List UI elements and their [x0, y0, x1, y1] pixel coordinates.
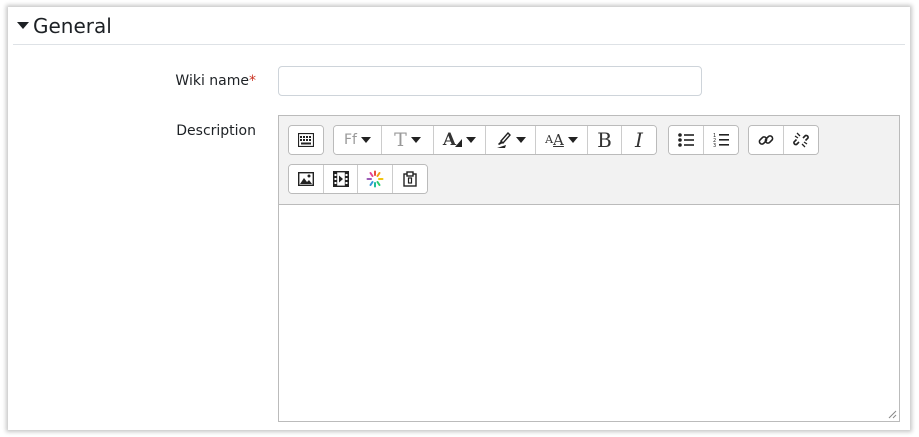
- toolbar-group-links: [748, 125, 819, 155]
- show-more-buttons-icon: [298, 133, 314, 147]
- insert-image-icon: [298, 172, 314, 186]
- unlink-button[interactable]: [784, 126, 818, 154]
- insert-image-button[interactable]: [289, 165, 324, 193]
- section-title[interactable]: General: [33, 12, 112, 40]
- caret-down-icon[interactable]: [17, 22, 29, 29]
- styles-icon-a-large: A: [553, 130, 564, 149]
- description-editor[interactable]: Ff T A AA B I 1 2 3: [278, 115, 900, 422]
- italic-button[interactable]: I: [622, 126, 656, 154]
- font-color-button[interactable]: A: [434, 126, 486, 154]
- editor-toolbar: Ff T A AA B I 1 2 3: [279, 116, 899, 205]
- toolbar-group-style: Ff T A AA B I: [333, 125, 657, 155]
- font-family-icon: Ff: [344, 131, 357, 148]
- toolbar-group-lists: 1 2 3: [668, 125, 739, 155]
- italic-icon: I: [635, 127, 643, 152]
- wiki-name-label-text: Wiki name: [175, 73, 249, 89]
- font-size-icon: T: [394, 128, 407, 151]
- section-header-general[interactable]: General: [8, 7, 910, 45]
- ordered-list-icon: 1 2 3: [713, 133, 729, 148]
- chevron-down-icon: [515, 137, 526, 143]
- h5p-icon: [366, 170, 384, 188]
- manage-files-icon: [403, 171, 417, 187]
- ordered-list-button[interactable]: 1 2 3: [704, 126, 738, 154]
- show-more-buttons[interactable]: [289, 126, 323, 154]
- wiki-name-input[interactable]: [278, 66, 702, 96]
- chevron-down-icon: [567, 137, 578, 143]
- toolbar-group-media: [288, 164, 428, 194]
- section-divider: [13, 44, 905, 45]
- bold-button[interactable]: B: [588, 126, 622, 154]
- required-marker: *: [249, 73, 256, 89]
- paragraph-styles-button[interactable]: AA: [536, 126, 588, 154]
- paragraph-styles-icon: AA: [545, 130, 564, 149]
- color-swatch-icon: [455, 139, 463, 147]
- chevron-down-icon: [360, 137, 371, 143]
- chevron-down-icon: [466, 137, 477, 143]
- h5p-button[interactable]: [358, 165, 393, 193]
- insert-media-icon: [332, 171, 349, 187]
- link-icon: [758, 135, 774, 145]
- insert-media-button[interactable]: [324, 165, 358, 193]
- description-label: Description: [176, 123, 256, 139]
- chevron-down-icon: [410, 137, 421, 143]
- background-color-icon: [496, 132, 511, 148]
- link-button[interactable]: [749, 126, 784, 154]
- unordered-list-icon: [678, 133, 694, 147]
- wiki-name-label: Wiki name*: [175, 72, 256, 90]
- toolbar-group-more: [288, 125, 324, 155]
- bold-icon: B: [597, 127, 612, 152]
- svg-text:3: 3: [713, 143, 716, 148]
- font-family-button[interactable]: Ff: [334, 126, 382, 154]
- unlink-icon: [793, 132, 809, 148]
- unordered-list-button[interactable]: [669, 126, 704, 154]
- styles-icon-a-small: A: [545, 132, 554, 146]
- manage-files-button[interactable]: [393, 165, 427, 193]
- editor-content-area[interactable]: [279, 206, 899, 421]
- background-color-button[interactable]: [486, 126, 536, 154]
- form-panel: General Wiki name* Description Ff T A AA…: [8, 7, 910, 430]
- font-size-button[interactable]: T: [382, 126, 434, 154]
- resize-handle-icon[interactable]: [887, 409, 897, 419]
